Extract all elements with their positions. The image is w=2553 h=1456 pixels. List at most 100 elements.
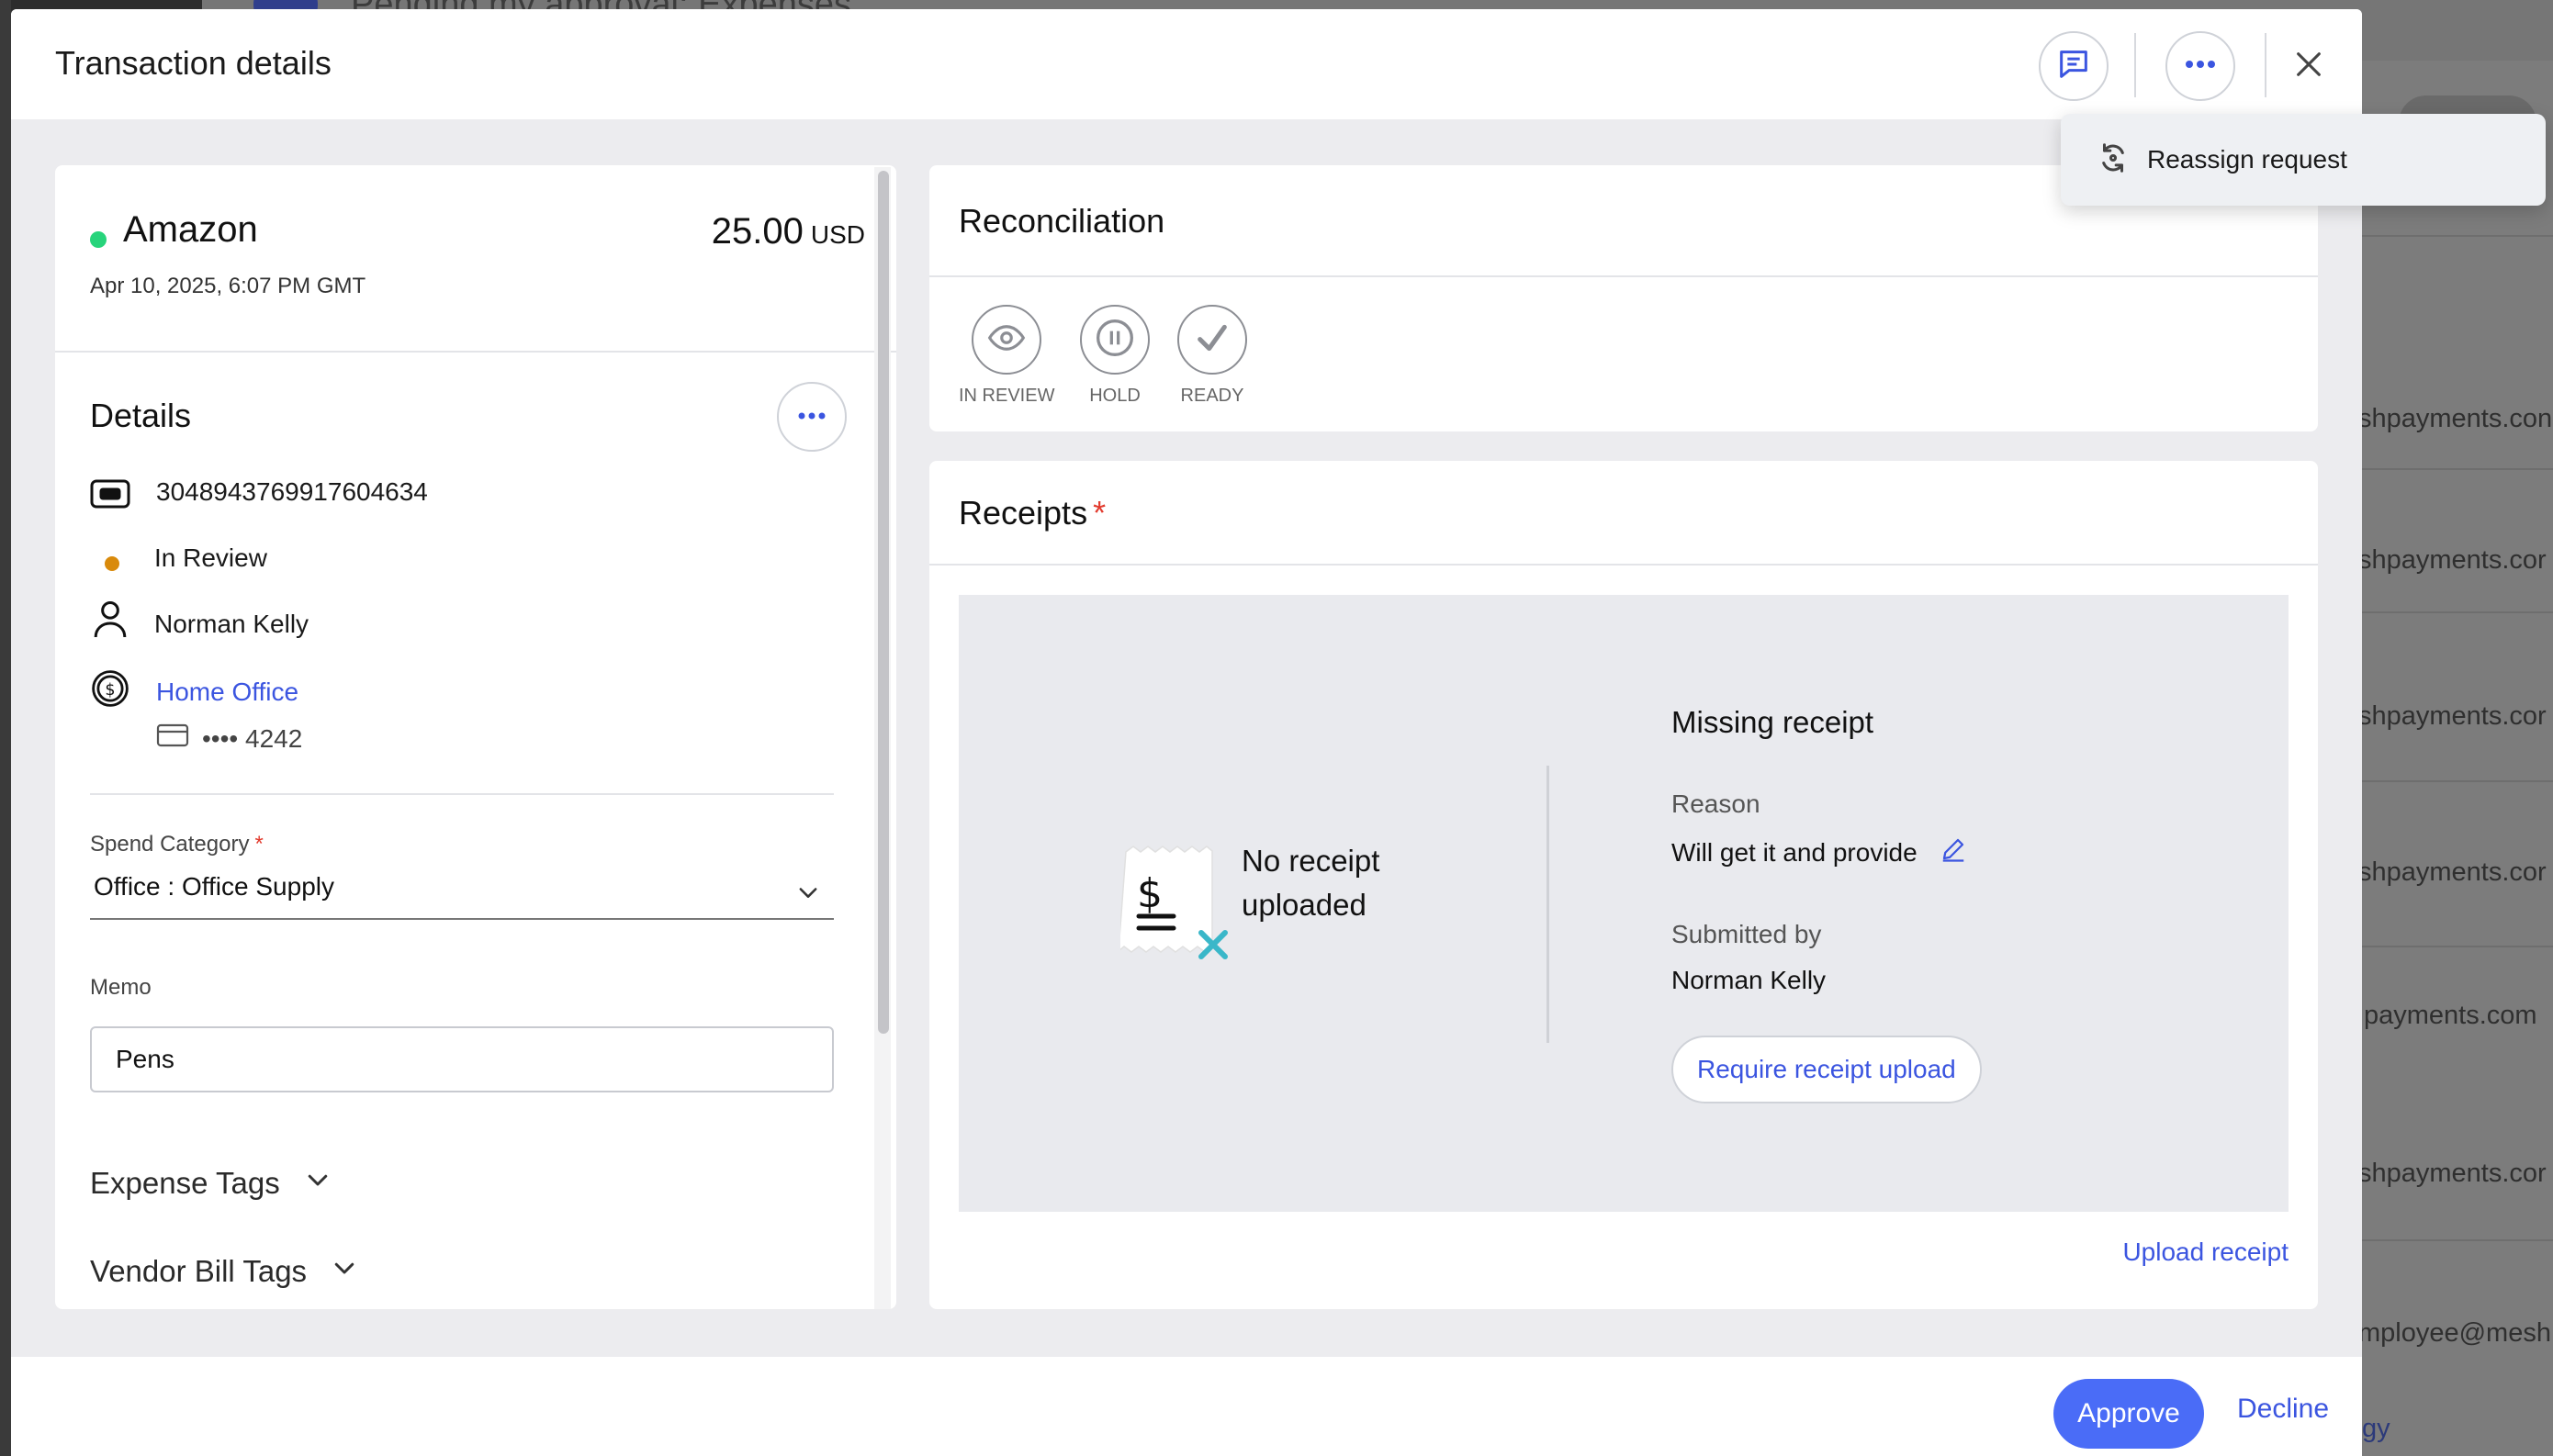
spend-category-value: Office : Office Supply xyxy=(94,872,334,901)
background-email: shpayments.cor xyxy=(2358,701,2547,731)
memo-input[interactable] xyxy=(90,1026,834,1092)
chevron-down-icon xyxy=(795,879,821,910)
recon-step-circle xyxy=(1080,305,1150,375)
background-email: shpayments.cor xyxy=(2358,1159,2547,1188)
reassign-icon xyxy=(2096,140,2131,180)
required-mark: * xyxy=(254,832,264,857)
missing-receipt-icon: $ xyxy=(1118,843,1231,962)
card-number-mask: •••• 4242 xyxy=(202,723,303,753)
svg-text:$: $ xyxy=(1137,870,1163,917)
details-title: Details xyxy=(90,397,192,434)
vendor-bill-tags-label: Vendor Bill Tags xyxy=(90,1254,308,1288)
receipt-area-divider xyxy=(1546,766,1549,1043)
expense-tags-toggle[interactable]: Expense Tags xyxy=(90,1166,332,1201)
receipts-title: Receipts * xyxy=(959,494,1106,532)
credit-card-icon xyxy=(156,723,189,754)
more-icon xyxy=(797,409,827,425)
background-email: payments.com xyxy=(2364,1001,2537,1030)
memo-label: Memo xyxy=(90,975,152,1000)
no-receipt-line1: No receipt xyxy=(1242,844,1380,878)
dollar-coin-icon: $ xyxy=(90,668,130,709)
review-status: In Review xyxy=(154,543,267,572)
decline-button[interactable]: Decline xyxy=(2237,1394,2329,1425)
recon-step-hold[interactable]: HOLD xyxy=(1080,305,1150,407)
chevron-down-icon xyxy=(304,1166,332,1201)
reconciliation-title: Reconciliation xyxy=(959,202,1165,240)
transaction-details-modal: Transaction details Amazon 25.00 USD Apr … xyxy=(11,9,2362,1456)
recon-step-label: HOLD xyxy=(1089,386,1141,406)
header-divider xyxy=(2134,33,2136,97)
user-icon xyxy=(90,599,130,639)
background-email: mployee@mesh xyxy=(2358,1318,2551,1348)
recon-step-circle xyxy=(1177,305,1247,375)
reason-label: Reason xyxy=(1671,790,1760,818)
submitted-by-label: Submitted by xyxy=(1671,920,1822,948)
header-divider xyxy=(2265,33,2266,97)
background-email: shpayments.cor xyxy=(2358,545,2547,575)
upload-receipt-link[interactable]: Upload receipt xyxy=(2122,1238,2289,1267)
transaction-id: 3048943769917604634 xyxy=(156,477,428,506)
recon-step-label: IN REVIEW xyxy=(959,386,1055,406)
modal-footer: Approve Decline xyxy=(11,1357,2362,1456)
recon-step-circle xyxy=(972,305,1042,375)
comment-icon xyxy=(2055,46,2092,87)
modal-header: Transaction details xyxy=(11,9,2362,119)
receipts-title-text: Receipts xyxy=(959,494,1088,532)
left-panel-scrollbar-thumb[interactable] xyxy=(878,171,889,1034)
background-link: gy xyxy=(2362,1414,2390,1443)
require-receipt-upload-button[interactable]: Require receipt upload xyxy=(1671,1036,1982,1103)
budget-link[interactable]: Home Office xyxy=(156,678,298,707)
transaction-summary-panel: Amazon 25.00 USD Apr 10, 2025, 6:07 PM GM… xyxy=(55,165,896,1309)
background-email: shpayments.cor xyxy=(2358,857,2547,887)
no-receipt-line2: uploaded xyxy=(1242,888,1366,922)
recon-step-label: READY xyxy=(1180,386,1244,406)
check-icon xyxy=(1194,319,1231,361)
merchant-status-dot xyxy=(90,231,107,248)
required-mark: * xyxy=(1093,494,1107,532)
amount-currency: USD xyxy=(810,220,865,249)
details-more-button[interactable] xyxy=(777,382,847,452)
pause-icon xyxy=(1095,318,1135,363)
close-icon xyxy=(2293,49,2324,84)
comment-button[interactable] xyxy=(2039,31,2109,101)
background-sidebar xyxy=(0,0,11,1456)
background-row-divider xyxy=(2362,468,2553,470)
more-icon xyxy=(2184,58,2217,74)
section-divider xyxy=(90,793,834,795)
reassign-request-item[interactable]: Reassign request xyxy=(2147,145,2347,174)
reason-value-row: Will get it and provide xyxy=(1671,835,1967,869)
background-row-divider xyxy=(2362,611,2553,613)
card-chip-icon xyxy=(90,474,130,514)
vendor-bill-tags-toggle[interactable]: Vendor Bill Tags xyxy=(90,1254,358,1289)
missing-receipt-title: Missing receipt xyxy=(1671,705,1874,739)
eye-icon xyxy=(987,319,1026,362)
receipt-drop-area[interactable]: $ No receipt uploaded Missing receipt Re… xyxy=(959,595,2289,1212)
approve-button[interactable]: Approve xyxy=(2053,1379,2204,1449)
transaction-date: Apr 10, 2025, 6:07 PM GMT xyxy=(90,274,366,298)
background-email: shpayments.con xyxy=(2358,404,2553,433)
chevron-down-icon xyxy=(331,1254,358,1289)
svg-text:$: $ xyxy=(105,681,115,700)
review-status-dot xyxy=(105,556,119,571)
background-row-divider xyxy=(2362,235,2553,237)
section-divider xyxy=(929,564,2318,566)
expense-tags-label: Expense Tags xyxy=(90,1166,280,1200)
edit-reason-icon[interactable] xyxy=(1940,835,1967,869)
recon-step-in-review[interactable]: IN REVIEW xyxy=(959,305,1054,407)
section-divider xyxy=(55,351,896,353)
background-table xyxy=(2362,61,2553,1456)
section-divider xyxy=(929,275,2318,277)
submitted-by-value: Norman Kelly xyxy=(1671,966,1827,994)
transaction-amount: 25.00 USD xyxy=(712,211,865,252)
recon-step-ready[interactable]: READY xyxy=(1177,305,1247,407)
amount-value: 25.00 xyxy=(711,211,804,252)
modal-title: Transaction details xyxy=(55,44,332,82)
spend-category-label: Spend Category * xyxy=(90,832,264,857)
spend-category-select[interactable]: Office : Office Supply xyxy=(90,865,834,920)
background-row-divider xyxy=(2362,780,2553,782)
employee-name: Norman Kelly xyxy=(154,610,309,638)
no-receipt-message: No receipt uploaded xyxy=(1242,839,1379,927)
close-button[interactable] xyxy=(2285,42,2333,90)
more-options-button[interactable] xyxy=(2165,31,2235,101)
receipts-panel: Receipts * $ No receipt uploaded Missing … xyxy=(929,461,2318,1309)
